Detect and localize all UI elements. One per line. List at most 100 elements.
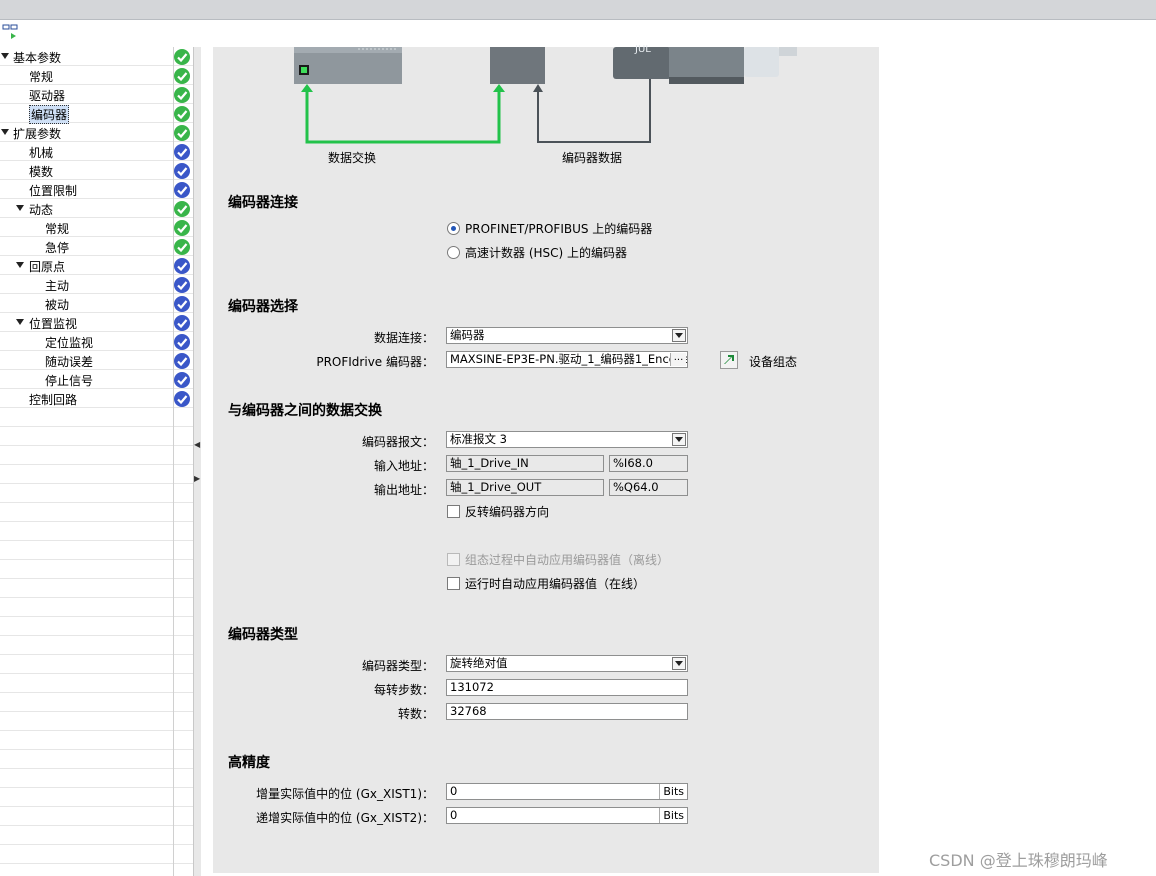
- tree-item-label: 扩展参数: [13, 127, 62, 141]
- device-config-link[interactable]: 设备组态: [749, 353, 797, 370]
- tree-item-label: 停止信号: [45, 374, 94, 388]
- tree-item[interactable]: 急停: [0, 237, 193, 256]
- tree-empty-row: [0, 826, 193, 845]
- tree-item[interactable]: 常规: [0, 218, 193, 237]
- tree-item-label: 主动: [45, 279, 70, 293]
- tree-item-label: 驱动器: [29, 89, 66, 103]
- status-config-icon: [174, 277, 190, 293]
- profidrive-encoder-field[interactable]: MAXSINE-EP3E-PN.驱动_1_编码器1_Encoder ...: [446, 351, 688, 368]
- expand-triangle-icon[interactable]: [16, 205, 24, 211]
- xist2-unit: Bits: [659, 808, 687, 823]
- status-config-icon: [174, 334, 190, 350]
- status-config-icon: [174, 296, 190, 312]
- status-config-icon: [174, 258, 190, 274]
- encoder-type-select[interactable]: 旋转绝对值: [446, 655, 688, 672]
- encoder-connection-title: 编码器连接: [228, 195, 298, 211]
- parameter-tree: 基本参数 常规 驱动器 编码器 扩展参数 机械 模数 位置限制 动态 常规 急停 回原点 主动 被动 位置监…: [0, 47, 193, 876]
- tree-item[interactable]: 位置监视: [0, 313, 193, 332]
- steps-per-rev-input[interactable]: 131072: [446, 679, 688, 696]
- status-ok-icon: [174, 87, 190, 103]
- radio-hsc-encoder-label[interactable]: 高速计数器 (HSC) 上的编码器: [465, 244, 627, 261]
- data-connection-select[interactable]: 编码器: [446, 327, 688, 344]
- status-config-icon: [174, 144, 190, 160]
- xist1-unit: Bits: [659, 784, 687, 799]
- tree-empty-row: [0, 503, 193, 522]
- expand-triangle-icon[interactable]: [1, 53, 9, 59]
- tree-item-label: 编码器: [29, 105, 70, 124]
- profidrive-encoder-value: MAXSINE-EP3E-PN.驱动_1_编码器1_Encoder: [450, 352, 688, 366]
- revolutions-label: 转数：: [397, 707, 434, 721]
- expand-right-icon[interactable]: ▶: [194, 474, 200, 484]
- tree-item[interactable]: 常规: [0, 66, 193, 85]
- chevron-down-icon[interactable]: [672, 433, 686, 446]
- tree-item[interactable]: 停止信号: [0, 370, 193, 389]
- collapse-left-icon[interactable]: ◀: [194, 440, 200, 450]
- tree-empty-row: [0, 579, 193, 598]
- status-ok-icon: [174, 220, 190, 236]
- tree-item[interactable]: 主动: [0, 275, 193, 294]
- tree-item[interactable]: 定位监视: [0, 332, 193, 351]
- tree-item-label: 急停: [45, 241, 70, 255]
- encoder-type-value: 旋转绝对值: [450, 656, 508, 670]
- panel-splitter[interactable]: [193, 47, 201, 876]
- tree-item[interactable]: 基本参数: [0, 47, 193, 66]
- tree-item[interactable]: 驱动器: [0, 85, 193, 104]
- device-config-icon[interactable]: [720, 351, 738, 369]
- tree-item[interactable]: 控制回路: [0, 389, 193, 408]
- output-address-label: 输出地址：: [373, 483, 434, 497]
- telegram-select[interactable]: 标准报文 3: [446, 431, 688, 448]
- tree-empty-row: [0, 446, 193, 465]
- data-connection-label: 数据连接：: [373, 331, 434, 345]
- status-config-icon: [174, 163, 190, 179]
- output-address-value: %Q64.0: [609, 479, 688, 496]
- revolutions-input[interactable]: 32768: [446, 703, 688, 720]
- invert-direction-label[interactable]: 反转编码器方向: [465, 503, 549, 520]
- steps-per-rev-label: 每转步数：: [373, 683, 434, 697]
- toolbox-icon[interactable]: [2, 22, 20, 40]
- tree-empty-row: [0, 465, 193, 484]
- tree-empty-row: [0, 560, 193, 579]
- chevron-down-icon[interactable]: [672, 329, 686, 342]
- auto-apply-online-checkbox[interactable]: [447, 577, 460, 590]
- tree-item[interactable]: 机械: [0, 142, 193, 161]
- tree-empty-row: [0, 807, 193, 826]
- tree-empty-row: [0, 408, 193, 427]
- expand-triangle-icon[interactable]: [16, 262, 24, 268]
- status-config-icon: [174, 315, 190, 331]
- tree-item[interactable]: 扩展参数: [0, 123, 193, 142]
- data-exchange-title: 与编码器之间的数据交换: [228, 403, 382, 419]
- status-ok-icon: [174, 239, 190, 255]
- chevron-down-icon[interactable]: [672, 657, 686, 670]
- expand-triangle-icon[interactable]: [1, 129, 9, 135]
- tree-empty-row: [0, 712, 193, 731]
- tree-empty-row: [0, 788, 193, 807]
- browse-button[interactable]: ...: [670, 353, 686, 366]
- invert-direction-checkbox[interactable]: [447, 505, 460, 518]
- tree-item[interactable]: 随动误差: [0, 351, 193, 370]
- xist2-label: 递增实际值中的位 (Gx_XIST2)：: [256, 811, 434, 825]
- encoder-type-title: 编码器类型: [228, 627, 298, 643]
- xist1-value: 0: [450, 784, 458, 798]
- tree-item-label: 机械: [29, 146, 54, 160]
- expand-triangle-icon[interactable]: [16, 319, 24, 325]
- tree-item[interactable]: 位置限制: [0, 180, 193, 199]
- tree-item[interactable]: 模数: [0, 161, 193, 180]
- tree-item[interactable]: 动态: [0, 199, 193, 218]
- auto-apply-online-label[interactable]: 运行时自动应用编码器值（在线）: [465, 575, 645, 592]
- tree-empty-row: [0, 674, 193, 693]
- xist1-input[interactable]: 0 Bits: [446, 783, 688, 800]
- tree-item[interactable]: 被动: [0, 294, 193, 313]
- tree-empty-row: [0, 541, 193, 560]
- status-ok-icon: [174, 201, 190, 217]
- status-ok-icon: [174, 106, 190, 122]
- top-toolbar: [0, 0, 1156, 20]
- radio-hsc-encoder[interactable]: [447, 246, 460, 259]
- tree-item-label: 控制回路: [29, 393, 78, 407]
- tree-item[interactable]: 编码器: [0, 104, 193, 124]
- radio-profinet-encoder-label[interactable]: PROFINET/PROFIBUS 上的编码器: [465, 220, 652, 237]
- radio-profinet-encoder[interactable]: [447, 222, 460, 235]
- tree-empty-row: [0, 731, 193, 750]
- tree-empty-row: [0, 636, 193, 655]
- xist2-input[interactable]: 0 Bits: [446, 807, 688, 824]
- tree-item[interactable]: 回原点: [0, 256, 193, 275]
